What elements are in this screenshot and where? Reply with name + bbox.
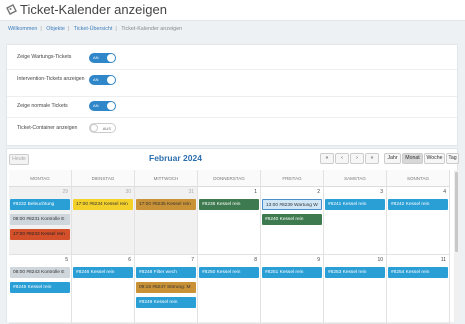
calendar-event[interactable]: #8253 Kessel rein	[325, 267, 385, 278]
toggle-maintenance-tickets[interactable]: AN	[89, 53, 116, 63]
calendar-day-cell[interactable]: 11 #8254 Kessel rein	[387, 255, 450, 324]
prev-month-button[interactable]: ‹	[335, 153, 349, 164]
next-month-button[interactable]: ›	[350, 153, 364, 164]
calendar-day-cell[interactable]: 2 13:00 #8239 Wartung W #8240 Kessel rein	[261, 187, 324, 255]
calendar-day-cell[interactable]: 9 #8251 Kessel rein	[261, 255, 324, 324]
weekday-header: MONTAG	[9, 170, 72, 187]
day-number: 29	[62, 189, 68, 195]
scrollbar-thumb[interactable]	[455, 172, 458, 252]
weekday-header: SONNTAG	[387, 170, 450, 187]
calendar-event[interactable]: #8248 Filter wech	[136, 267, 196, 278]
next-year-button[interactable]: »	[365, 153, 379, 164]
calendar-day-cell[interactable]: 1 #8236 Kessel rein	[198, 187, 261, 255]
calendar-month-title: Februar 2024	[149, 153, 202, 163]
today-button[interactable]: Heute	[9, 154, 29, 165]
setting-row-intervention: Intervention-Tickets anzeigen AN	[7, 70, 457, 97]
calendar-event[interactable]: #8245 Kessel rein	[10, 282, 70, 293]
calendar-event[interactable]: #8232 Beleuchtung	[10, 199, 70, 210]
calendar-day-cell[interactable]: 30 17:00 #8234 Kessel rein	[72, 187, 135, 255]
day-number: 31	[188, 189, 194, 195]
day-number: 10	[377, 257, 383, 263]
calendar-day-cell[interactable]: 7 #8248 Filter wech 09:15 #8247 Störung: M…	[135, 255, 198, 324]
day-number: 6	[128, 257, 131, 263]
breadcrumb-ticket-overview[interactable]: Ticket-Übersicht	[74, 26, 113, 32]
view-day-button[interactable]: Tag	[446, 153, 459, 164]
day-number: 8	[254, 257, 257, 263]
calendar-event[interactable]: #8254 Kessel rein	[388, 267, 448, 278]
prev-year-button[interactable]: «	[320, 153, 334, 164]
calendar-day-cell[interactable]: 4 #8242 Kessel rein	[387, 187, 450, 255]
page-title: Ticket-Kalender anzeigen	[20, 2, 167, 17]
day-number: 4	[443, 189, 446, 195]
calendar-day-cell[interactable]: 5 08:00 #8243 Kontrolle E #8245 Kessel rei…	[9, 255, 72, 324]
settings-panel: Zeige Wartungs-Tickets AN Intervention-T…	[6, 44, 458, 146]
calendar-event[interactable]: 17:00 #8235 Kessel rein	[136, 199, 196, 210]
setting-row-maintenance: Zeige Wartungs-Tickets AN	[7, 45, 457, 70]
calendar-event[interactable]: #8249 Kessel rein	[136, 297, 196, 308]
breadcrumb-objects[interactable]: Objekte	[46, 26, 65, 32]
day-number: 11	[440, 257, 446, 263]
calendar-event[interactable]: #8241 Kessel rein	[325, 199, 385, 210]
day-number: 5	[65, 257, 68, 263]
day-number: 30	[125, 189, 131, 195]
day-number: 1	[254, 189, 257, 195]
title-bar: Ticket-Kalender anzeigen	[0, 0, 465, 21]
setting-row-normal: Zeige normale Tickets AN	[7, 97, 457, 118]
day-number: 7	[191, 257, 194, 263]
calendar-day-cell[interactable]: 10 #8253 Kessel rein	[324, 255, 387, 324]
day-number: 3	[380, 189, 383, 195]
calendar-day-cell[interactable]: 31 17:00 #8235 Kessel rein	[135, 187, 198, 255]
calendar-event[interactable]: #8250 Kessel rein	[199, 267, 259, 278]
calendar-event[interactable]: 13:00 #8239 Wartung W	[262, 199, 322, 210]
calendar-event[interactable]: 17:00 #8234 Kessel rein	[73, 199, 133, 210]
calendar-day-cell[interactable]: 6 #8246 Kessel rein	[72, 255, 135, 324]
weekday-header: MITTWOCH	[135, 170, 198, 187]
setting-label: Zeige normale Tickets	[17, 103, 68, 109]
calendar-event[interactable]: 08:00 #8243 Kontrolle E	[10, 267, 70, 278]
view-month-button[interactable]: Monat	[402, 153, 423, 164]
setting-row-container: Ticket-Container anzeigen AUS	[7, 118, 457, 147]
view-week-button[interactable]: Woche	[424, 153, 445, 164]
calendar-day-cell[interactable]: 3 #8241 Kessel rein	[324, 187, 387, 255]
calendar-event[interactable]: #8251 Kessel rein	[262, 267, 322, 278]
weekday-header: DONNERSTAG	[198, 170, 261, 187]
breadcrumb-home[interactable]: Willkommen	[8, 26, 37, 32]
setting-label: Intervention-Tickets anzeigen	[17, 76, 85, 82]
calendar-event[interactable]: #8236 Kessel rein	[199, 199, 259, 210]
setting-label: Ticket-Container anzeigen	[17, 125, 78, 131]
calendar-event[interactable]: 09:15 #8247 Störung: M	[136, 282, 196, 293]
calendar-scrollbar[interactable]	[454, 170, 459, 323]
weekday-header: FREITAG	[261, 170, 324, 187]
calendar-day-cell[interactable]: 29 #8232 Beleuchtung 08:00 #8231 Kontrolle…	[9, 187, 72, 255]
calendar-event[interactable]: 08:00 #8231 Kontrolle E	[10, 214, 70, 225]
breadcrumb: Willkommen | Objekte | Ticket-Übersicht | T…	[8, 26, 183, 32]
toggle-intervention-tickets[interactable]: AN	[89, 75, 116, 85]
calendar-event[interactable]: #8240 Kessel rein	[262, 214, 322, 225]
toggle-ticket-container[interactable]: AUS	[89, 123, 116, 133]
ticket-icon	[5, 4, 19, 17]
weekday-header: DIENSTAG	[72, 170, 135, 187]
weekday-header: SAMSTAG	[324, 170, 387, 187]
calendar-event[interactable]: #8246 Kessel rein	[73, 267, 133, 278]
calendar-day-cell[interactable]: 8 #8250 Kessel rein	[198, 255, 261, 324]
toggle-normal-tickets[interactable]: AN	[89, 101, 116, 111]
calendar: Heute Februar 2024 « ‹ › » Jahr Monat Wo…	[6, 148, 459, 324]
calendar-event[interactable]: 17:00 #8233 Kessel rein	[10, 229, 70, 240]
calendar-event[interactable]: #8242 Kessel rein	[388, 199, 448, 210]
view-year-button[interactable]: Jahr	[384, 153, 401, 164]
setting-label: Zeige Wartungs-Tickets	[17, 54, 72, 60]
day-number: 9	[317, 257, 320, 263]
breadcrumb-current: Ticket-Kalender anzeigen	[121, 26, 183, 32]
day-number: 2	[317, 189, 320, 195]
